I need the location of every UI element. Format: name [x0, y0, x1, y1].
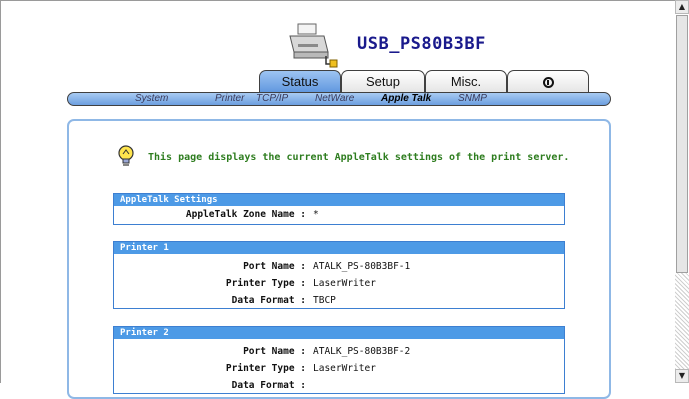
field-label: Port Name : [243, 261, 306, 272]
printer-2-section: Printer 2 Port Name : ATALK_PS-80B3BF-2 … [113, 326, 565, 394]
field-label: Data Format : [231, 295, 306, 306]
intro-text: This page displays the current AppleTalk… [148, 152, 570, 163]
settings-row: Port Name : ATALK_PS-80B3BF-2 [114, 343, 564, 360]
field-value: TBCP [313, 295, 336, 306]
tab-status[interactable]: Status [259, 70, 341, 93]
subnav-printer[interactable]: Printer [215, 93, 244, 105]
tab-misc[interactable]: Misc. [425, 70, 507, 93]
section-title: Printer 1 [114, 242, 564, 254]
field-value: ATALK_PS-80B3BF-2 [313, 346, 411, 357]
settings-row: Port Name : ATALK_PS-80B3BF-1 [114, 258, 564, 275]
vertical-scrollbar[interactable]: ▲ ▼ [675, 0, 689, 383]
scroll-down-arrow-icon[interactable]: ▼ [675, 369, 689, 383]
subnav-appletalk[interactable]: Apple Talk [381, 93, 431, 105]
section-title: AppleTalk Settings [114, 194, 564, 206]
device-name: USB_PS80B3BF [357, 34, 486, 54]
field-value: LaserWriter [313, 278, 376, 289]
tab-setup[interactable]: Setup [341, 70, 425, 93]
settings-row: Printer Type : LaserWriter [114, 360, 564, 377]
printer-1-section: Printer 1 Port Name : ATALK_PS-80B3BF-1 … [113, 241, 565, 309]
subnav-netware[interactable]: NetWare [315, 93, 354, 105]
settings-row: AppleTalk Zone Name : * [114, 206, 564, 223]
field-label: AppleTalk Zone Name : [185, 209, 306, 220]
field-label: Printer Type : [225, 278, 306, 289]
scroll-up-arrow-icon[interactable]: ▲ [675, 0, 689, 14]
settings-row: Data Format : TBCP [114, 292, 564, 309]
settings-row: Data Format : [114, 377, 564, 394]
appletalk-settings-section: AppleTalk Settings AppleTalk Zone Name :… [113, 193, 565, 225]
settings-row: Printer Type : LaserWriter [114, 275, 564, 292]
subnav-tcpip[interactable]: TCP/IP [256, 93, 288, 105]
subnav-snmp[interactable]: SNMP [458, 93, 487, 105]
section-title: Printer 2 [114, 327, 564, 339]
status-subnav: System Printer TCP/IP NetWare Apple Talk… [67, 92, 611, 106]
field-label: Printer Type : [225, 363, 306, 374]
lightbulb-icon [118, 145, 134, 166]
field-value: LaserWriter [313, 363, 376, 374]
field-label: Data Format : [231, 380, 306, 391]
field-value: * [313, 209, 319, 220]
subnav-system[interactable]: System [135, 93, 168, 105]
tab-info[interactable] [507, 70, 589, 93]
scroll-track[interactable] [675, 273, 689, 369]
info-icon [542, 77, 554, 88]
printer-server-icon [289, 23, 338, 68]
field-value: ATALK_PS-80B3BF-1 [313, 261, 411, 272]
field-label: Port Name : [243, 346, 306, 357]
scroll-thumb[interactable] [676, 15, 688, 273]
